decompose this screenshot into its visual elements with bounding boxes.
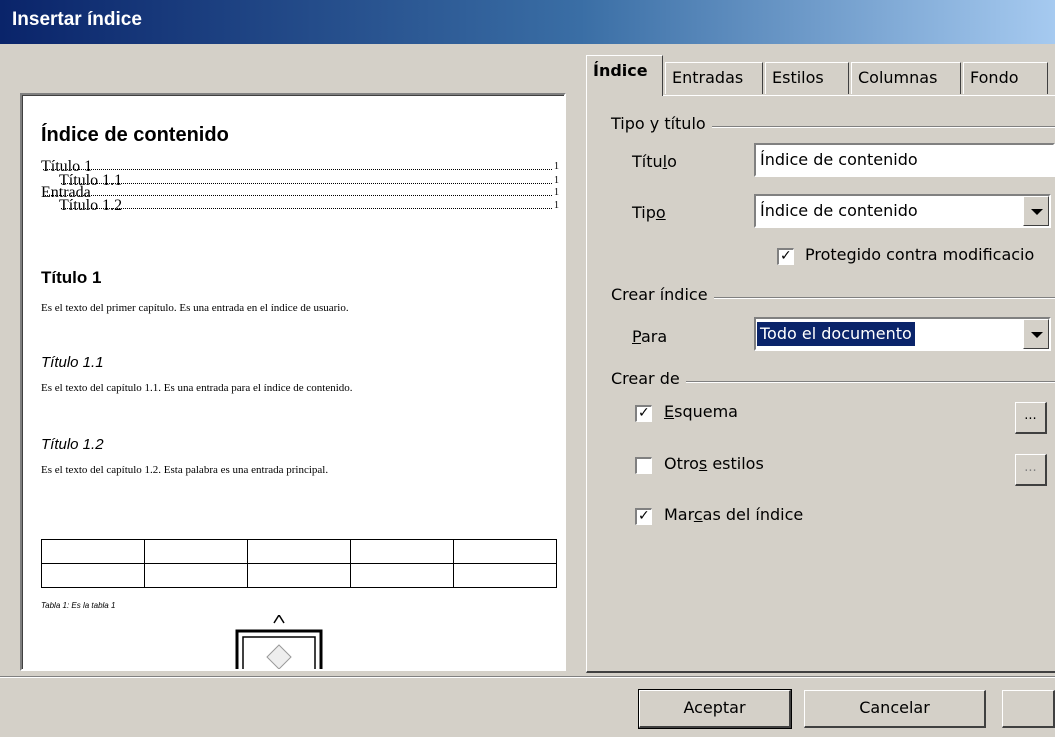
bottom-divider bbox=[0, 676, 1055, 678]
tab-entradas[interactable]: Entradas bbox=[665, 62, 763, 94]
cancel-button[interactable]: Cancelar bbox=[804, 690, 986, 728]
group-create-from: Crear de bbox=[611, 369, 686, 388]
index-preview: Índice de contenido Título 1 1 Título 1.1 1… bbox=[20, 93, 566, 671]
index-marks-label: Marcas del índice bbox=[664, 505, 804, 524]
other-styles-checkbox[interactable] bbox=[635, 457, 652, 474]
other-styles-options-button[interactable]: ... bbox=[1015, 454, 1047, 486]
outline-options-button[interactable]: ... bbox=[1015, 402, 1047, 434]
outline-checkbox[interactable]: ✓ bbox=[635, 405, 652, 422]
checkmark-icon: ✓ bbox=[780, 248, 792, 264]
preview-paragraph-1-1: Es el texto del capítulo 1.1. Es una ent… bbox=[41, 382, 353, 394]
preview-heading-1: Título 1 bbox=[41, 268, 102, 287]
checkmark-icon: ✓ bbox=[638, 508, 650, 524]
title-label: Título bbox=[632, 152, 677, 171]
preview-index-heading: Índice de contenido bbox=[41, 124, 229, 146]
toc-entry: Título 1.2 1 bbox=[59, 197, 559, 214]
preview-frame-image bbox=[235, 615, 323, 669]
window-title: Insertar índice bbox=[12, 9, 142, 30]
toc-entry-page: 1 bbox=[554, 161, 559, 172]
for-dropdown[interactable]: Todo el documento bbox=[754, 317, 1051, 351]
preview-paragraph-1-2: Es el texto del capítulo 1.2. Esta palab… bbox=[41, 464, 329, 476]
chevron-down-icon[interactable] bbox=[1023, 196, 1049, 226]
help-button[interactable] bbox=[1002, 690, 1055, 728]
title-input[interactable]: Índice de contenido bbox=[754, 143, 1055, 177]
title-bar: Insertar índice bbox=[0, 0, 1055, 44]
toc-leader-dots bbox=[61, 200, 552, 209]
for-label: Para bbox=[632, 327, 668, 346]
preview-heading-1-2: Título 1.2 bbox=[41, 436, 104, 453]
type-dropdown[interactable]: Índice de contenido bbox=[754, 194, 1051, 228]
tab-fondo[interactable]: Fondo bbox=[963, 62, 1048, 94]
toc-entry-page: 1 bbox=[554, 187, 559, 198]
tab-estilos[interactable]: Estilos bbox=[765, 62, 849, 94]
group-type-title: Tipo y título bbox=[611, 114, 712, 133]
toc-entry-page: 1 bbox=[554, 175, 559, 186]
other-styles-label: Otros estilos bbox=[664, 454, 764, 473]
protected-checkbox[interactable]: ✓ bbox=[777, 248, 794, 265]
preview-heading-1-1: Título 1.1 bbox=[41, 354, 104, 371]
type-dropdown-value: Índice de contenido bbox=[760, 201, 918, 220]
tab-indice[interactable]: Índice bbox=[586, 55, 663, 96]
group-create-index: Crear índice bbox=[611, 285, 714, 304]
toc-leader-dots bbox=[43, 187, 552, 196]
ok-button[interactable]: Aceptar bbox=[638, 689, 792, 729]
toc-entry: Título 1.1 1 bbox=[59, 173, 559, 189]
toc-leader-dots bbox=[43, 161, 552, 170]
index-marks-checkbox[interactable]: ✓ bbox=[635, 508, 652, 525]
outline-label: Esquema bbox=[664, 402, 738, 421]
toc-leader-dots bbox=[61, 175, 552, 184]
preview-table-caption: Tabla 1: Es la tabla 1 bbox=[41, 601, 116, 610]
tab-columnas[interactable]: Columnas bbox=[851, 62, 961, 94]
protected-label: Protegido contra modificacio bbox=[805, 245, 1035, 264]
checkmark-icon: ✓ bbox=[638, 405, 650, 421]
preview-paragraph-1: Es el texto del primer capítulo. Es una … bbox=[41, 302, 349, 314]
toc-entry-page: 1 bbox=[554, 200, 559, 211]
for-dropdown-value: Todo el documento bbox=[757, 322, 915, 346]
toc-entry-label: Título 1.2 bbox=[59, 197, 123, 214]
type-label: Tipo bbox=[632, 203, 666, 222]
preview-table bbox=[41, 539, 557, 588]
chevron-down-icon[interactable] bbox=[1023, 319, 1049, 349]
